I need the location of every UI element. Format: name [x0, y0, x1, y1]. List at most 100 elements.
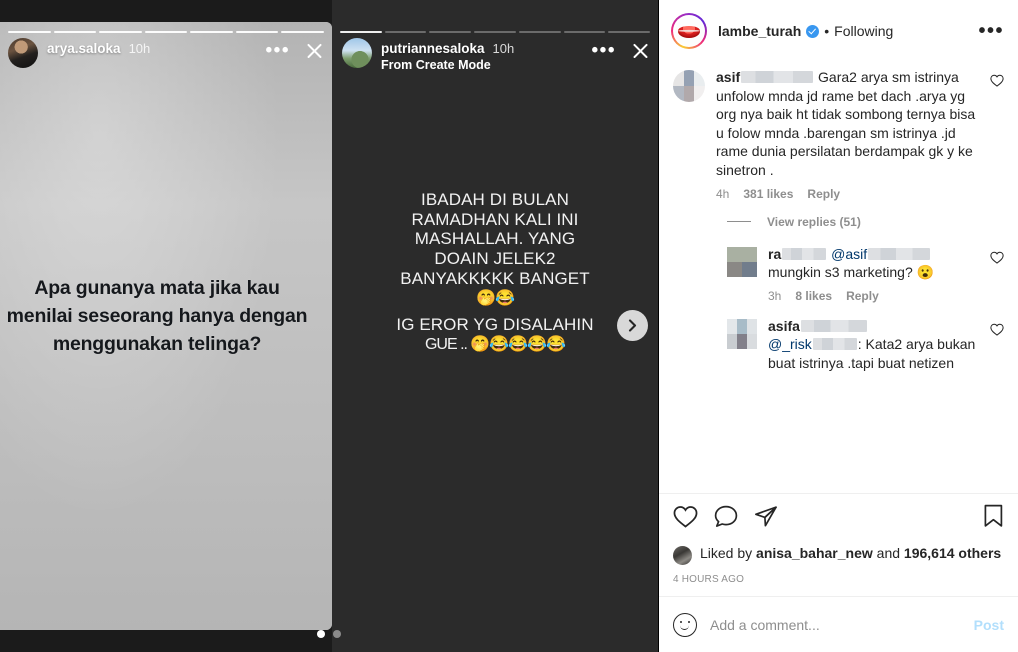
comment-body: ra @asif mungkin s3 marketing? 😮 3h 8 li…	[768, 245, 979, 315]
progress-segment	[99, 30, 142, 34]
post-username[interactable]: lambe_turah	[718, 23, 801, 39]
heart-outline-icon	[990, 74, 1004, 87]
comment-meta: 3h 8 likes Reply	[768, 289, 979, 303]
post-timestamp: 4 HOURS AGO	[673, 574, 745, 585]
progress-segment	[144, 30, 188, 34]
quote-line-2: menilai seseorang hanya dengan	[6, 305, 308, 327]
comment-avatar[interactable]	[673, 70, 705, 102]
separator-dot: •	[824, 23, 830, 39]
story-previous-username[interactable]: arya.saloka	[47, 41, 121, 56]
view-replies-line	[727, 221, 751, 223]
comment-mention[interactable]: @_risk	[768, 336, 812, 352]
avatar[interactable]	[671, 13, 707, 49]
progress-segment	[190, 30, 233, 34]
instagram-story-and-post-view: Apa gunanya mata jika kau menilai seseor…	[0, 0, 1018, 652]
next-story-button[interactable]	[617, 310, 648, 341]
comment-username[interactable]: asif	[716, 69, 740, 85]
progress-segment	[384, 30, 427, 34]
view-replies-label[interactable]: View replies (51)	[767, 215, 861, 229]
comment-text: asifa @_risk: Kata2 arya bukan buat istri…	[768, 317, 979, 373]
progress-segment	[474, 30, 516, 34]
quote-line-3: menggunakan telinga?	[52, 333, 262, 355]
comment-like-button[interactable]	[990, 245, 1004, 315]
comment-meta: 4h 381 likes Reply	[716, 187, 979, 201]
liked-by-row: Liked by anisa_bahar_new and 196,614 oth…	[673, 544, 1004, 565]
progress-segment	[8, 30, 51, 34]
story-previous-quote: Apa gunanya mata jika kau menilai seseor…	[0, 274, 322, 358]
post-author: lambe_turah • Following	[718, 23, 967, 39]
progress-segment	[518, 30, 561, 34]
close-icon[interactable]	[630, 41, 650, 61]
comment-text: ra @asif mungkin s3 marketing? 😮	[768, 245, 979, 282]
story-current-avatar[interactable]	[342, 38, 372, 68]
like-button[interactable]	[673, 505, 698, 533]
story-card-previous[interactable]: Apa gunanya mata jika kau menilai seseor…	[0, 22, 332, 630]
lips-logo-icon	[674, 16, 704, 46]
comment-mention[interactable]: @asif	[831, 246, 867, 262]
story-current-meta: putriannesaloka 10h From Create Mode	[381, 38, 583, 72]
verified-badge-icon	[806, 24, 820, 38]
story-current-text: IBADAH DI BULAN RAMADHAN KALI INI MASHAL…	[342, 190, 648, 355]
chevron-right-icon	[628, 319, 637, 332]
comments-list[interactable]: asif Gara2 arya sm istrinya unfolow mnda…	[659, 62, 1018, 493]
comment-reply-item: asifa @_risk: Kata2 arya bukan buat istri…	[673, 317, 1004, 373]
story-previous-meta: arya.saloka 10h	[47, 38, 257, 56]
view-replies-row[interactable]: View replies (51)	[727, 215, 1004, 229]
comment-like-button[interactable]	[990, 317, 1004, 373]
comment-input[interactable]	[710, 616, 961, 633]
comment-username[interactable]: ra	[768, 246, 781, 262]
liked-by-avatar[interactable]	[673, 546, 692, 565]
comment-username[interactable]: asifa	[768, 318, 800, 334]
comment-like-button[interactable]	[990, 68, 1004, 213]
story-header-previous: arya.saloka 10h •••	[8, 38, 324, 68]
progress-segment	[608, 30, 651, 34]
comment-button[interactable]	[714, 505, 738, 533]
share-button[interactable]	[754, 505, 778, 533]
progress-segment	[429, 30, 472, 34]
progress-segment	[235, 30, 279, 34]
pixelated-avatar	[727, 246, 757, 277]
story-current-subtitle: From Create Mode	[381, 58, 491, 72]
liked-by-username[interactable]: anisa_bahar_new	[756, 545, 873, 561]
redacted-mention-bar	[812, 338, 857, 351]
story-text-line-4: DOAIN JELEK2	[434, 249, 556, 269]
story-text-line-3: MASHALLAH. YANG	[414, 229, 576, 249]
liked-by-count[interactable]: 196,614 others	[904, 545, 1001, 561]
comment-avatar[interactable]	[727, 246, 757, 277]
comment-likes[interactable]: 8 likes	[795, 289, 832, 303]
progress-segment	[340, 30, 382, 34]
story-text-line-8: GUE .. 🤭😂😂😂😂	[424, 335, 566, 353]
follow-state-button[interactable]: Following	[834, 23, 893, 39]
comment-likes[interactable]: 381 likes	[743, 187, 793, 201]
pagination-dot-active[interactable]	[317, 630, 325, 638]
comment-message: mungkin s3 marketing? 😮	[768, 264, 935, 281]
comment-body: asifa @_risk: Kata2 arya bukan buat istri…	[768, 317, 979, 373]
save-button[interactable]	[983, 504, 1004, 533]
story-current-more-icon[interactable]: •••	[592, 41, 616, 60]
bookmark-outline-icon	[984, 504, 1003, 527]
story-previous-avatar[interactable]	[8, 38, 38, 68]
pixelated-avatar	[727, 318, 757, 349]
heart-outline-icon	[673, 505, 698, 528]
comment-reply-button[interactable]: Reply	[846, 289, 879, 303]
comment-time: 4h	[716, 186, 730, 201]
post-more-options-icon[interactable]: •••	[978, 21, 1004, 41]
story-current-time: 10h	[492, 41, 515, 56]
progress-segment	[281, 30, 325, 34]
smiley-face-icon[interactable]	[673, 612, 697, 637]
story-previous-more-icon[interactable]: •••	[266, 41, 290, 60]
progress-segment	[53, 30, 97, 34]
post-header: lambe_turah • Following •••	[659, 0, 1018, 62]
action-icons-row	[673, 504, 1004, 533]
pagination-dot[interactable]	[333, 630, 341, 638]
comment-reply-button[interactable]: Reply	[807, 187, 840, 201]
story-card-current[interactable]: IBADAH DI BULAN RAMADHAN KALI INI MASHAL…	[332, 0, 658, 652]
story-current-username[interactable]: putriannesaloka	[381, 41, 485, 56]
progress-segment	[563, 30, 606, 34]
comment-avatar[interactable]	[727, 318, 757, 349]
close-icon[interactable]	[304, 41, 324, 61]
post-comment-button[interactable]: Post	[974, 617, 1004, 633]
comment-time: 3h	[768, 288, 782, 303]
comment-body: asif Gara2 arya sm istrinya unfolow mnda…	[716, 68, 979, 213]
post-panel: lambe_turah • Following ••• asif Gara2 a…	[658, 0, 1018, 652]
